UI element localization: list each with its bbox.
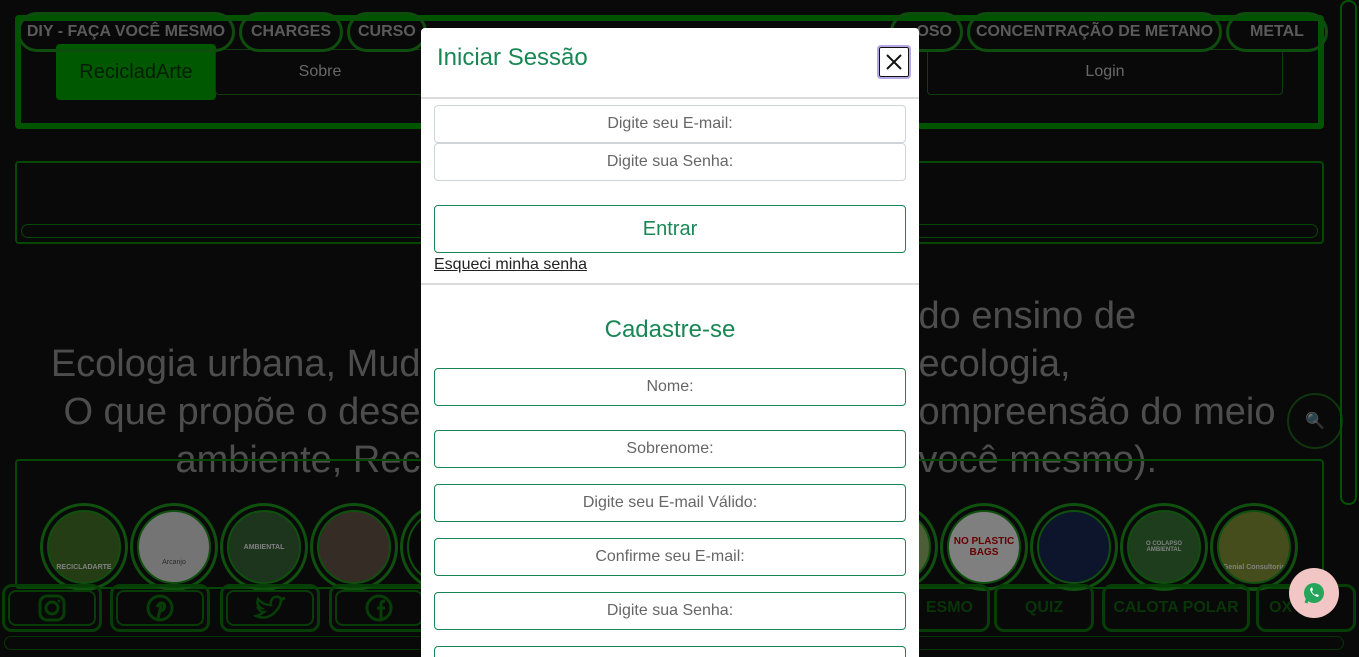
modal-title: Iniciar Sessão: [437, 44, 588, 71]
confirm-email-field[interactable]: [434, 538, 906, 576]
whatsapp-icon: [1304, 583, 1324, 604]
email-field[interactable]: [434, 105, 906, 143]
enter-button[interactable]: Entrar: [434, 205, 906, 253]
register-password-field[interactable]: [434, 592, 906, 630]
modal-divider: [421, 283, 919, 285]
surname-field[interactable]: [434, 430, 906, 468]
whatsapp-button[interactable]: [1289, 568, 1339, 618]
login-modal: Iniciar Sessão Entrar Esqueci minha senh…: [421, 28, 919, 657]
modal-divider: [421, 97, 919, 99]
password-field[interactable]: [434, 143, 906, 181]
register-title: Cadastre-se: [604, 316, 736, 343]
forgot-password-link[interactable]: Esqueci minha senha: [434, 256, 587, 274]
register-extra-field[interactable]: [434, 646, 906, 657]
valid-email-field[interactable]: [434, 484, 906, 522]
close-icon: [886, 54, 902, 70]
name-field[interactable]: [434, 368, 906, 406]
close-button[interactable]: [877, 45, 911, 79]
